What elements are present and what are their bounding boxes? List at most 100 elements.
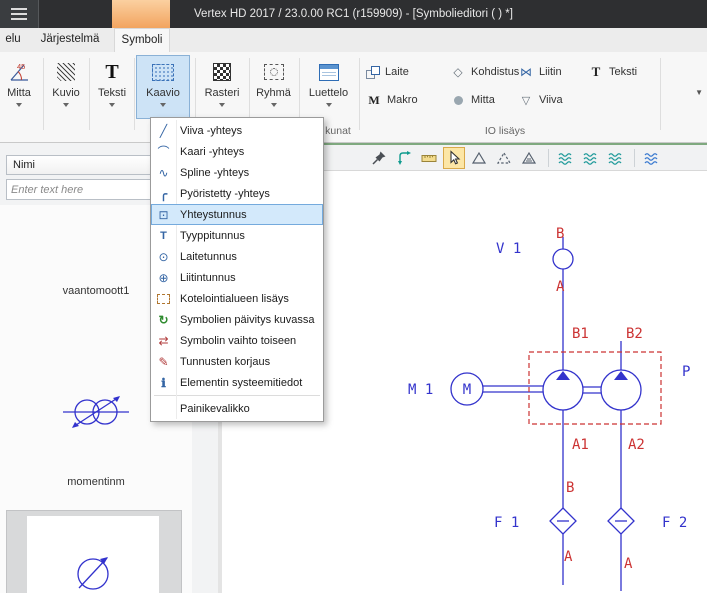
pan-arrows-icon[interactable]	[393, 147, 415, 169]
raster-checker-icon	[213, 58, 231, 86]
kaavio-dropdown-menu: Viiva -yhteys Kaari -yhteys Spline -yhte…	[150, 117, 324, 422]
connector-tag-icon	[151, 271, 176, 285]
io-button-kohdistus[interactable]: Kohdistus	[450, 62, 519, 82]
menu-item-tyyppitunnus[interactable]: Tyyppitunnus	[151, 225, 323, 246]
menu-item-pyoristetty-yhteys[interactable]: Pyöristetty -yhteys	[151, 183, 323, 204]
io-button-liitin[interactable]: Liitin	[518, 62, 562, 82]
tag-fix-icon	[151, 355, 176, 369]
ribbon-button-luettelo[interactable]: Luettelo	[301, 55, 356, 119]
layers-wave-blue-icon[interactable]	[640, 147, 662, 169]
svg-text:45: 45	[17, 62, 25, 71]
dimension-45-icon: 45	[8, 58, 30, 86]
macro-m-icon	[366, 92, 382, 108]
menu-item-elementin-systeemitiedot[interactable]: Elementin systeemitiedot	[151, 372, 323, 393]
menu-item-tunnusten-korjaus[interactable]: Tunnusten korjaus	[151, 351, 323, 372]
list-item-moottori3-selected[interactable]	[6, 510, 182, 593]
symbols-refresh-icon	[151, 313, 176, 327]
menu-item-symbolin-vaihto[interactable]: Symbolin vaihto toiseen	[151, 330, 323, 351]
io-button-mitta[interactable]: Mitta	[450, 90, 495, 110]
menu-separator	[154, 395, 320, 396]
schematic-label: A1	[572, 437, 589, 453]
ribbon-button-mitta[interactable]: 45 Mitta	[0, 55, 40, 119]
triangle-dashed-icon[interactable]	[493, 147, 515, 169]
io-button-laite[interactable]: Laite	[366, 62, 409, 82]
schematic-label: M 1	[408, 382, 433, 398]
chevron-down-icon	[109, 103, 115, 107]
layers-wave-icon[interactable]	[604, 147, 626, 169]
moottori3-thumbnail	[27, 516, 159, 593]
dimension-dot-icon	[450, 92, 466, 108]
hatch-icon	[57, 58, 75, 86]
list-item-momentinm[interactable]: momentinm	[0, 476, 192, 488]
text-icon	[105, 58, 118, 86]
menu-item-yhteystunnus[interactable]: Yhteystunnus	[151, 204, 323, 225]
schematic-label: B	[566, 480, 574, 496]
menu-item-symbolien-paivitys[interactable]: Symbolien päivitys kuvassa	[151, 309, 323, 330]
motor-m-label: M	[463, 382, 471, 398]
layers-wave-icon[interactable]	[579, 147, 601, 169]
menu-item-viiva-yhteys[interactable]: Viiva -yhteys	[151, 120, 323, 141]
list-item-momentinm-thumbnail[interactable]	[61, 389, 131, 440]
pin-icon[interactable]	[368, 147, 390, 169]
tab-symboli[interactable]: Symboli	[114, 28, 170, 52]
menu-item-spline-yhteys[interactable]: Spline -yhteys	[151, 162, 323, 183]
ribbon-button-kaavio[interactable]: Kaavio	[136, 55, 190, 119]
device-squares-icon	[366, 66, 380, 79]
chevron-down-icon	[160, 103, 166, 107]
chevron-down-icon	[219, 103, 225, 107]
text-small-icon	[588, 64, 604, 80]
spline-connection-icon	[151, 166, 176, 180]
title-bar: Vertex HD 2017 / 23.0.00 RC1 (r159909) -…	[0, 0, 707, 28]
schematic-label: B	[556, 226, 564, 242]
schematic-label: A	[556, 279, 565, 295]
ruler-icon[interactable]	[418, 147, 440, 169]
line-connection-icon	[151, 124, 176, 138]
triangle-icon[interactable]	[468, 147, 490, 169]
menu-item-kaari-yhteys[interactable]: Kaari -yhteys	[151, 141, 323, 162]
arc-connection-icon	[151, 143, 176, 160]
chevron-down-icon	[63, 103, 69, 107]
application-window: Vertex HD 2017 / 23.0.00 RC1 (r159909) -…	[0, 0, 707, 593]
io-button-teksti[interactable]: Teksti	[588, 62, 637, 82]
schematic-label: F 2	[662, 515, 687, 531]
list-window-icon	[319, 58, 339, 86]
io-button-makro[interactable]: Makro	[366, 90, 418, 110]
device-tag-icon	[151, 250, 176, 264]
menu-item-kotelointialueen-lisays[interactable]: Kotelointialueen lisäys	[151, 288, 323, 309]
menu-item-painikevalikko[interactable]: Painikevalikko	[151, 398, 323, 419]
ribbon-overflow-icon[interactable]	[695, 88, 703, 97]
io-button-viiva[interactable]: Viiva	[518, 90, 563, 110]
line-triangle-icon	[518, 92, 534, 108]
ribbon-button-kuvio[interactable]: Kuvio	[46, 55, 86, 119]
ribbon-button-rasteri[interactable]: Rasteri	[197, 55, 247, 119]
enclosure-area-icon	[151, 294, 176, 304]
menu-item-laitetunnus[interactable]: Laitetunnus	[151, 246, 323, 267]
triangle-hatch-icon[interactable]	[518, 147, 540, 169]
window-title: Vertex HD 2017 / 23.0.00 RC1 (r159909) -…	[0, 0, 707, 28]
ribbon-button-teksti[interactable]: Teksti	[92, 55, 132, 119]
symbol-swap-icon	[151, 334, 176, 348]
ribbon-button-ryhma[interactable]: Ryhmä	[250, 55, 297, 119]
diagram-dashed-box-icon	[152, 58, 174, 86]
ribbon-tab-strip: elu Järjestelmä Symboli	[0, 28, 707, 52]
chevron-down-icon	[271, 103, 277, 107]
chevron-down-icon	[326, 103, 332, 107]
connector-bowtie-icon	[518, 64, 534, 80]
cursor-icon[interactable]	[443, 147, 465, 169]
connection-tag-icon	[151, 208, 176, 222]
schematic-label: V 1	[496, 241, 521, 257]
align-diamond-icon	[450, 64, 466, 80]
schematic-label: A	[624, 556, 633, 572]
schematic-label: P	[682, 364, 690, 380]
menu-item-liitintunnus[interactable]: Liitintunnus	[151, 267, 323, 288]
tab-partial[interactable]: elu	[0, 28, 26, 51]
schematic-label: A	[564, 549, 573, 565]
group-dashed-icon	[264, 58, 284, 86]
schematic-label: B2	[626, 326, 643, 342]
rounded-connection-icon	[151, 187, 176, 201]
ribbon: 45 Mitta Kuvio Teksti Kaavio Rasteri	[0, 52, 707, 143]
schematic-label: A2	[628, 437, 645, 453]
tab-jarjestelma[interactable]: Järjestelmä	[30, 28, 110, 51]
layers-wave-icon[interactable]	[554, 147, 576, 169]
schematic-label: B1	[572, 326, 589, 342]
